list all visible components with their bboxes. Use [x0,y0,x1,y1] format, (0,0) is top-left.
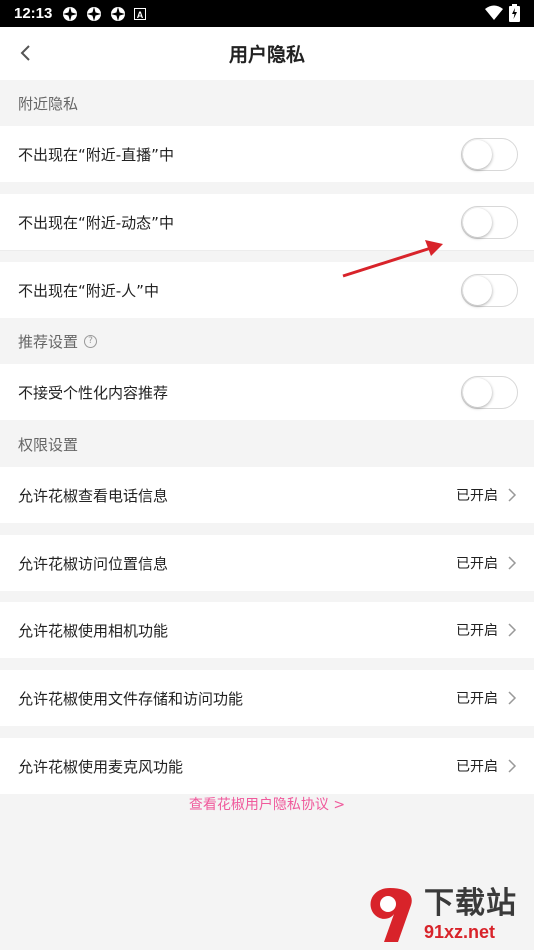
permission-status: 已开启 [456,623,498,639]
row-label: 不接受个性化内容推荐 [18,383,169,402]
status-system-icons [485,4,520,22]
toggle-switch[interactable] [461,375,518,409]
settings-row-camera-permission[interactable]: 允许花椒使用相机功能 已开启 [0,602,534,658]
toggle-knob [463,207,492,237]
settings-row-phone-permission[interactable]: 允许花椒查看电话信息 已开启 [0,467,534,523]
row-label: 允许花椒使用麦克风功能 [18,757,184,776]
section-title: 推荐设置 [18,332,79,351]
toggle-switch[interactable] [461,137,518,171]
privacy-policy-link[interactable]: 查看花椒用户隐私协议 > [0,794,534,818]
chevron-right-icon [508,759,517,773]
a-badge-icon: A [134,7,147,20]
settings-row-personalized-recommend: 不接受个性化内容推荐 [0,364,534,420]
chevron-right-icon [508,691,517,705]
back-chevron-icon [20,45,30,61]
settings-row-storage-permission[interactable]: 允许花椒使用文件存储和访问功能 已开启 [0,670,534,726]
pinwheel-icon [63,6,78,21]
row-label: 不出现在“附近-直播”中 [18,145,174,164]
status-time: 12:13 [14,5,53,22]
settings-row-hide-nearby-feed: 不出现在“附近-动态”中 [0,194,534,250]
status-notification-icons: A [62,6,147,22]
watermark-url: 91xz.net [424,922,496,942]
watermark-text: 下载站 [424,886,517,921]
section-title: 权限设置 [18,435,79,454]
wifi-icon [485,5,503,20]
row-divider [0,250,534,251]
status-bar: 12:13 A [0,0,534,27]
permission-status: 已开启 [456,488,498,504]
battery-charging-icon [509,4,520,22]
section-header-permission-settings: 权限设置 [0,421,534,467]
red-arrow-annotation [342,240,443,278]
question-circle-icon[interactable]: ? [84,334,98,348]
settings-row-hide-nearby-people: 不出现在“附近-人”中 [0,262,534,318]
toggle-knob [463,139,492,169]
chevron-right-icon [508,556,517,570]
site-watermark: 下载站 91xz.net [360,882,532,948]
permission-status: 已开启 [456,759,498,775]
row-label: 允许花椒使用相机功能 [18,621,169,640]
watermark-logo-icon [370,888,412,942]
permission-status: 已开启 [456,556,498,572]
row-label: 不出现在“附近-人”中 [18,281,159,300]
section-title: 附近隐私 [18,94,79,113]
settings-row-hide-nearby-live: 不出现在“附近-直播”中 [0,126,534,182]
row-label: 允许花椒查看电话信息 [18,486,169,505]
toggle-knob [463,275,492,305]
top-navigation-bar: 用户隐私 [0,27,534,80]
chevron-right-icon [508,623,517,637]
settings-row-location-permission[interactable]: 允许花椒访问位置信息 已开启 [0,535,534,591]
pinwheel-icon [111,6,126,21]
pinwheel-icon [87,6,102,21]
svg-text:A: A [137,10,144,20]
row-label: 不出现在“附近-动态”中 [18,213,174,232]
back-button[interactable] [10,37,40,69]
toggle-switch[interactable] [461,205,518,239]
settings-row-microphone-permission[interactable]: 允许花椒使用麦克风功能 已开启 [0,738,534,794]
section-header-recommend-settings: 推荐设置 ? [0,318,534,364]
permission-status: 已开启 [456,691,498,707]
chevron-right-icon [508,488,517,502]
toggle-switch[interactable] [461,273,518,307]
row-label: 允许花椒访问位置信息 [18,554,169,573]
row-label: 允许花椒使用文件存储和访问功能 [18,689,244,708]
page-title: 用户隐私 [228,44,305,66]
toggle-knob [463,377,492,407]
section-header-nearby-privacy: 附近隐私 [0,80,534,126]
